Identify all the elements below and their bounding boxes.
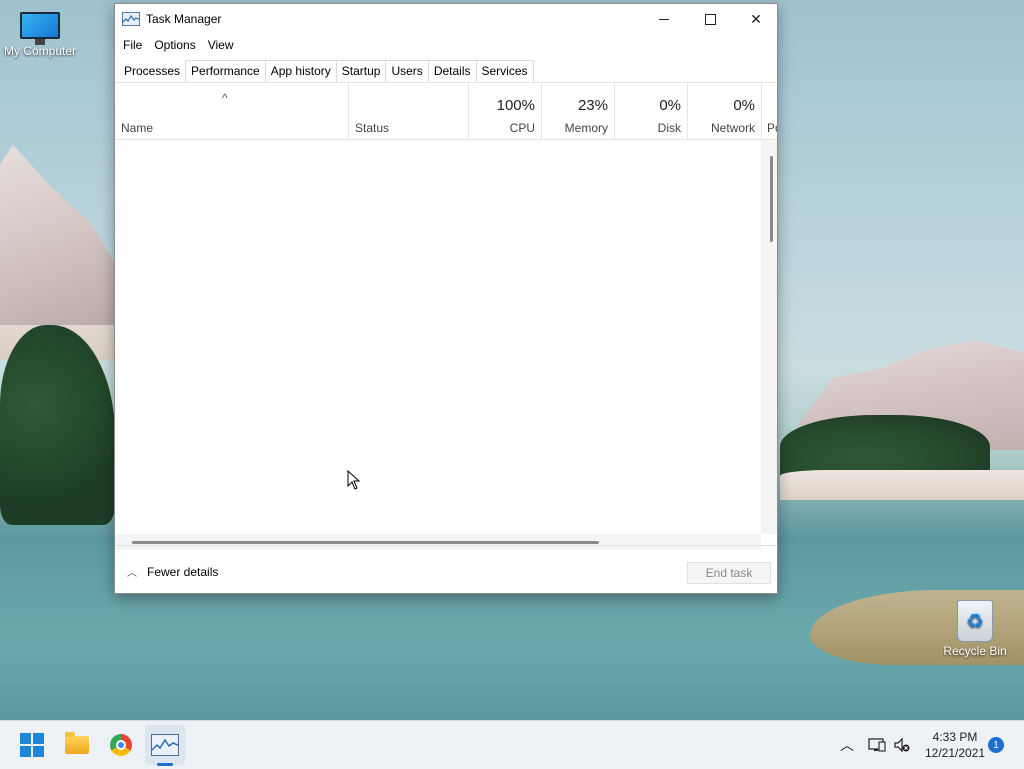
column-name[interactable]: ^ Name (115, 83, 349, 139)
tab-performance[interactable]: Performance (185, 60, 266, 82)
task-manager-icon (122, 12, 140, 26)
start-button[interactable] (18, 731, 46, 759)
column-network-label: Network (710, 121, 755, 135)
volume-muted-icon (894, 737, 910, 753)
column-power-label: Po (767, 121, 777, 135)
window-title: Task Manager (146, 12, 222, 26)
tab-services[interactable]: Services (475, 60, 534, 82)
tab-users[interactable]: Users (385, 60, 429, 82)
title-bar[interactable]: Task Manager ✕ (115, 4, 777, 34)
menu-options[interactable]: Options (148, 38, 201, 52)
column-status-label: Status (355, 121, 390, 135)
clock-date: 12/21/2021 (924, 746, 986, 760)
close-button[interactable]: ✕ (733, 4, 779, 34)
chrome-button[interactable] (107, 731, 135, 759)
chevron-up-icon: ︿ (127, 568, 137, 579)
vertical-scrollbar-thumb[interactable] (770, 156, 773, 242)
desktop-icon-label: Recycle Bin (943, 644, 1007, 658)
task-manager-taskbar-button[interactable] (151, 731, 179, 759)
monitor-icon (20, 12, 60, 45)
active-app-indicator (157, 763, 173, 766)
tab-startup[interactable]: Startup (335, 60, 387, 82)
task-manager-window: Task Manager ✕ File Options View Process… (114, 3, 778, 594)
process-list[interactable] (115, 140, 777, 550)
maximize-button[interactable] (687, 4, 733, 34)
column-disk[interactable]: 0% Disk (615, 83, 688, 139)
footer-bar: ︿ Fewer details End task (115, 545, 777, 594)
column-headers: ^ Name Status 100% CPU 23% Memory 0% Dis… (115, 83, 777, 140)
fewer-details-button[interactable]: ︿ Fewer details (127, 564, 219, 580)
desktop-icon-my-computer[interactable]: My Computer (0, 12, 80, 58)
disk-percent: 0% (659, 97, 681, 114)
tab-bar: Processes Performance App history Startu… (115, 56, 777, 83)
maximize-icon (704, 13, 716, 25)
windows-logo-icon (20, 733, 44, 757)
mouse-cursor-icon (347, 470, 361, 490)
minimize-icon (659, 18, 669, 20)
menu-bar: File Options View (115, 34, 777, 56)
network-icon (868, 738, 886, 752)
folder-icon (65, 732, 89, 754)
column-disk-label: Disk (657, 121, 681, 135)
desktop-icon-label: My Computer (3, 44, 77, 58)
column-power[interactable]: Po (762, 83, 777, 139)
vertical-scrollbar-track[interactable] (761, 140, 777, 534)
volume-button[interactable] (893, 721, 911, 769)
network-percent: 0% (733, 97, 755, 114)
tray-overflow-button[interactable]: ︿ (840, 721, 854, 769)
file-explorer-button[interactable] (63, 731, 91, 759)
tab-details[interactable]: Details (427, 60, 477, 82)
column-status[interactable]: Status (349, 83, 469, 139)
column-memory[interactable]: 23% Memory (542, 83, 615, 139)
notification-badge[interactable]: 1 (988, 737, 1004, 753)
end-task-button[interactable]: End task (687, 562, 771, 584)
column-name-label: Name (121, 121, 154, 135)
horizontal-scrollbar-thumb[interactable] (132, 541, 599, 544)
taskbar: ︿ 4:33 PM 12/21/2021 1 (0, 720, 1024, 769)
clock-time: 4:33 PM (932, 730, 978, 744)
column-network[interactable]: 0% Network (688, 83, 762, 139)
tab-processes[interactable]: Processes (118, 60, 187, 82)
chevron-up-icon: ︿ (840, 737, 854, 753)
task-manager-icon (151, 734, 179, 756)
sort-ascending-icon: ^ (222, 91, 228, 105)
tab-app-history[interactable]: App history (264, 60, 337, 82)
desktop-icon-recycle-bin[interactable]: ♻ Recycle Bin (935, 600, 1015, 658)
close-icon: ✕ (750, 10, 762, 27)
memory-percent: 23% (577, 97, 608, 114)
recycle-bin-icon: ♻ (957, 600, 993, 642)
column-cpu-label: CPU (509, 121, 535, 135)
column-memory-label: Memory (564, 121, 608, 135)
menu-view[interactable]: View (202, 38, 240, 52)
cpu-percent: 100% (496, 97, 535, 114)
column-cpu[interactable]: 100% CPU (469, 83, 542, 139)
minimize-button[interactable] (641, 4, 687, 34)
chrome-icon (110, 734, 132, 756)
clock[interactable]: 4:33 PM 12/21/2021 (920, 729, 990, 761)
menu-file[interactable]: File (117, 38, 148, 52)
network-button[interactable] (868, 721, 886, 769)
fewer-details-label: Fewer details (147, 564, 219, 579)
